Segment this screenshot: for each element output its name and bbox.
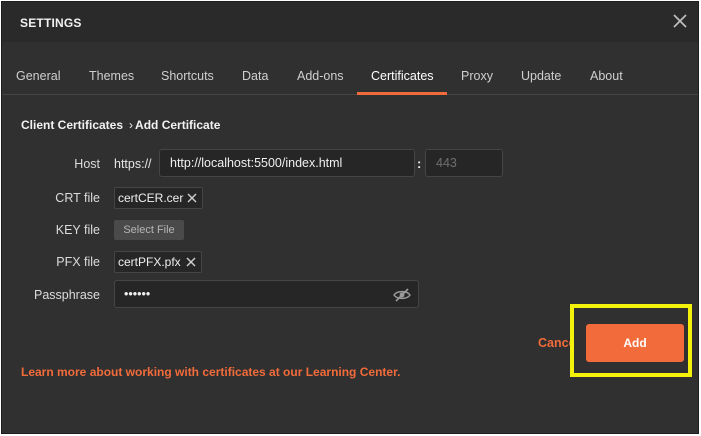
passphrase-label: Passphrase [33,288,100,302]
breadcrumb-current: Add Certificate [135,118,221,132]
add-button[interactable]: Add [586,324,684,362]
breadcrumb-parent[interactable]: Client Certificates [21,118,123,132]
modal-title: SETTINGS [20,16,82,30]
tab-update[interactable]: Update [521,69,561,83]
cancel-button[interactable]: Cancel [538,336,574,350]
crt-file-name: certCER.cer [118,191,184,205]
close-icon[interactable] [184,255,198,269]
host-input[interactable]: http://localhost:5500/index.html [159,149,415,177]
close-icon [673,14,687,28]
crt-file-chip: certCER.cer [114,187,203,209]
pfx-file-chip: certPFX.pfx [114,251,202,273]
tab-add-ons[interactable]: Add-ons [297,69,344,83]
tab-about[interactable]: About [590,69,623,83]
host-protocol: https:// [114,157,152,171]
key-file-label: KEY file [55,223,100,237]
pfx-file-label: PFX file [56,255,100,269]
host-port-separator: : [417,156,422,171]
host-label: Host [74,157,100,171]
crt-file-label: CRT file [55,191,100,205]
close-icon[interactable] [185,191,199,205]
tab-general[interactable]: General [16,69,60,83]
close-button[interactable] [670,10,690,32]
title-bar: SETTINGS [2,2,698,42]
tab-shortcuts[interactable]: Shortcuts [161,69,214,83]
settings-modal: SETTINGS General Themes Shortcuts Data A… [1,1,699,434]
tab-themes[interactable]: Themes [89,69,134,83]
breadcrumb: Client Certificates › Add Certificate [21,118,220,132]
tab-certificates[interactable]: Certificates [371,69,434,83]
select-key-file-button[interactable]: Select File [114,220,184,240]
passphrase-input[interactable]: •••••• [114,280,419,308]
port-input[interactable]: 443 [425,149,503,177]
tab-proxy[interactable]: Proxy [461,69,493,83]
active-tab-indicator [357,92,447,95]
tab-data[interactable]: Data [242,69,268,83]
settings-tabs: General Themes Shortcuts Data Add-ons Ce… [2,59,698,95]
pfx-file-name: certPFX.pfx [118,255,181,269]
eye-off-icon[interactable] [392,288,412,302]
breadcrumb-separator: › [129,118,134,132]
learning-center-link[interactable]: Learn more about working with certificat… [21,365,400,379]
